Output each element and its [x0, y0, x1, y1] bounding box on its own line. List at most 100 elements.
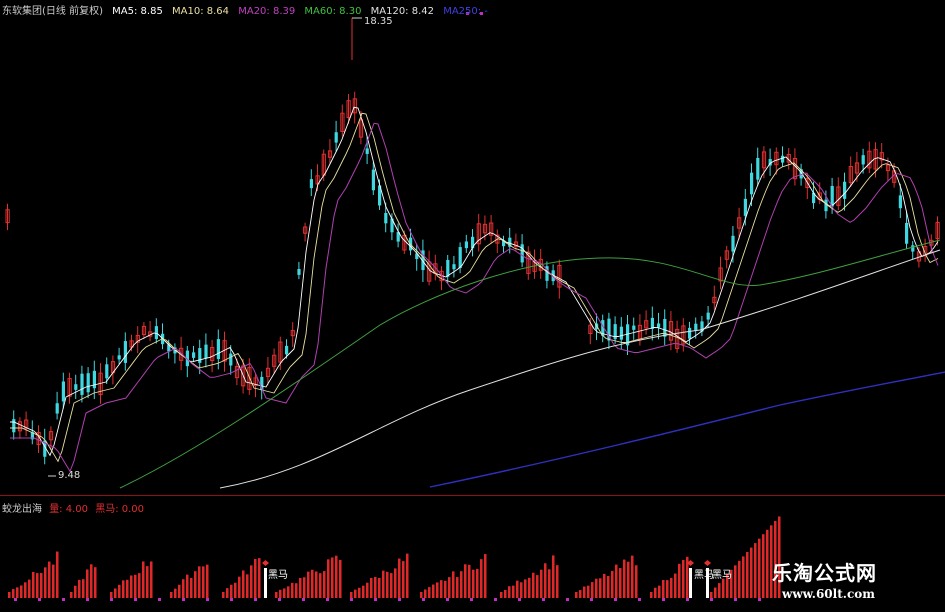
ma60-value: MA60: 8.30: [304, 6, 362, 17]
indicator-bar: [307, 571, 310, 598]
indicator-bar: [295, 583, 298, 598]
indicator-base-dot: [542, 598, 545, 601]
indicator-bar: [432, 584, 435, 598]
indicator-bar: [94, 567, 97, 598]
indicator-base-dot: [638, 598, 641, 601]
indicator-bar: [230, 584, 233, 598]
price-candle: [229, 353, 233, 366]
indicator-bar: [722, 578, 725, 598]
indicator-bar: [182, 579, 185, 598]
indicator-bar: [710, 592, 713, 598]
price-candle: [632, 325, 636, 330]
price-candle: [731, 235, 735, 252]
indicator-bar: [8, 592, 11, 598]
indicator-bar: [468, 564, 471, 598]
indicator-bar: [138, 573, 141, 598]
price-candle: [334, 132, 338, 143]
indicator-bar: [48, 561, 51, 598]
indicator-bar: [500, 592, 503, 598]
indicator-base-dot: [590, 598, 593, 601]
indicator-base-dot: [518, 598, 521, 601]
price-candle: [198, 348, 202, 363]
price-candle: [384, 213, 388, 224]
indicator-bar: [315, 571, 318, 598]
price-candle: [911, 245, 915, 252]
indicator-base-dot: [86, 598, 89, 601]
indicator-bar: [134, 574, 137, 598]
price-candle: [756, 157, 760, 180]
indicator-bar: [436, 582, 439, 598]
price-candle: [61, 381, 65, 402]
indicator-bar: [327, 559, 330, 598]
indicator-bar: [654, 587, 657, 598]
indicator-bar: [420, 592, 423, 598]
indicator-bar: [258, 558, 261, 598]
low-price-label: 9.48: [58, 470, 81, 481]
indicator-bar: [464, 564, 467, 598]
indicator-base-dot: [134, 598, 137, 601]
indicator-base-dot: [14, 598, 17, 601]
indicator-base-dot: [374, 598, 377, 601]
indicator-base-dot: [158, 598, 161, 601]
indicator-bar: [631, 555, 634, 598]
indicator-bar: [666, 580, 669, 598]
indicator-bar: [78, 579, 81, 598]
price-candle: [446, 259, 450, 277]
stock-chart[interactable]: [0, 0, 945, 609]
indicator-bar: [552, 555, 555, 598]
indicator-bar: [178, 584, 181, 598]
indicator-bar: [754, 543, 757, 598]
indicator-bar: [291, 582, 294, 598]
indicator-bar: [254, 558, 257, 598]
indicator-base-dot: [206, 598, 209, 601]
indicator-base-dot: [230, 598, 233, 601]
ma10-value: MA10: 8.64: [172, 6, 230, 17]
indicator-bar: [750, 547, 753, 598]
indicator-base-dot: [278, 598, 281, 601]
indicator-bar: [335, 555, 338, 598]
indicator-bar: [206, 564, 209, 598]
price-candle: [706, 312, 710, 320]
indicator-bar: [374, 576, 377, 598]
indicator-bar: [56, 551, 59, 598]
indicator-bar: [452, 571, 455, 598]
indicator-bar: [746, 552, 749, 598]
indicator-bar: [627, 561, 630, 598]
price-candle: [204, 344, 208, 359]
indicator-bar: [226, 588, 229, 598]
indicator-bar: [331, 557, 334, 598]
indicator-bar: [460, 571, 463, 598]
price-candle: [216, 339, 220, 360]
indicator-bar: [350, 592, 353, 598]
price-candle: [365, 148, 369, 154]
panel-separator: [0, 495, 945, 496]
indicator-bar: [714, 587, 717, 598]
signal-bar: [264, 568, 267, 598]
indicator-bar: [595, 578, 598, 598]
indicator-bar: [670, 577, 673, 598]
indicator-bar: [74, 585, 77, 598]
indicator-bar: [484, 554, 487, 598]
indicator-bar: [303, 577, 306, 598]
indicator-bar: [150, 561, 153, 598]
indicator-bar: [650, 592, 653, 598]
indicator-bar: [370, 577, 373, 598]
candlestick-chart[interactable]: [0, 0, 945, 609]
indicator-bar: [194, 571, 197, 598]
indicator-field-2: 黑马: 0.00: [95, 504, 145, 515]
indicator-bar: [32, 571, 35, 598]
price-candle: [371, 169, 375, 191]
indicator-field-1: 量: 4.00: [49, 504, 89, 515]
indicator-base-dot: [494, 598, 497, 601]
indicator-bar: [448, 577, 451, 598]
price-candle: [458, 247, 462, 269]
indicator-base-dot: [350, 598, 353, 601]
indicator-bar: [402, 561, 405, 598]
indicator-bar: [603, 573, 606, 598]
indicator-bar: [222, 592, 225, 598]
indicator-name: 蛟龙出海: [2, 504, 42, 515]
indicator-base-dot: [38, 598, 41, 601]
indicator-bar: [623, 559, 626, 598]
price-candle: [80, 373, 84, 395]
price-candle: [105, 364, 109, 379]
